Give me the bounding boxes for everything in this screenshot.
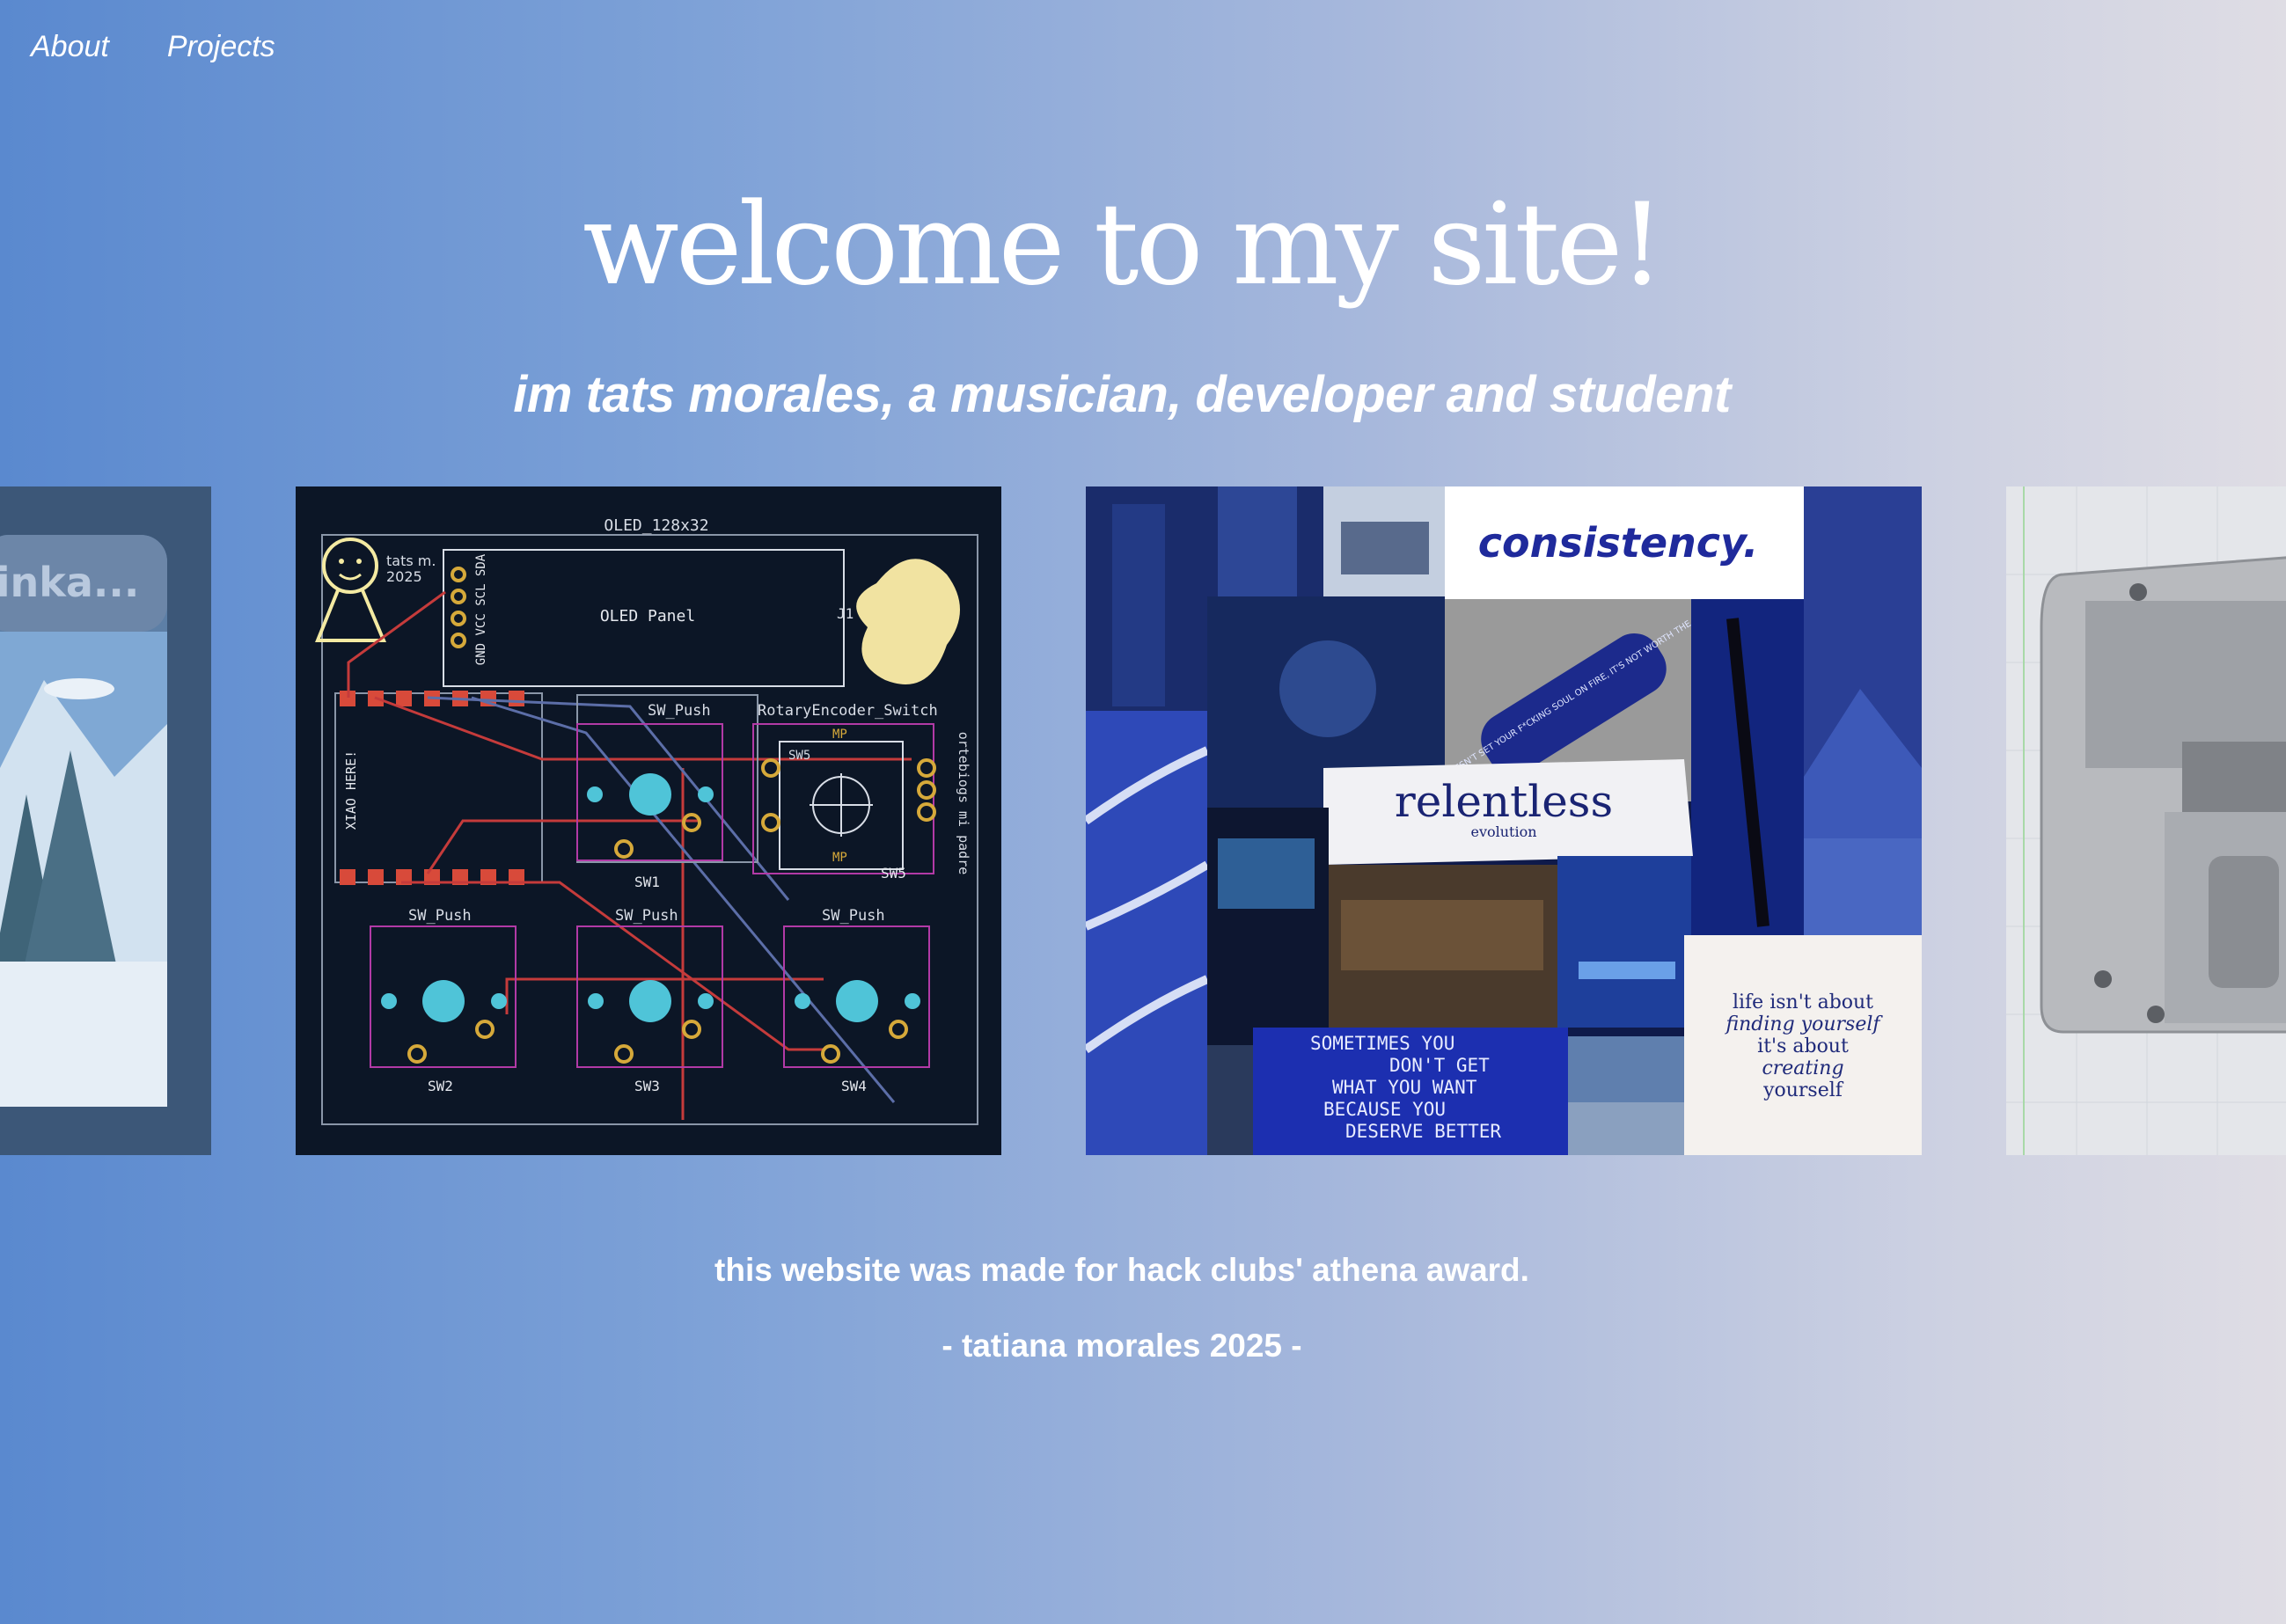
moodboard-image: consistency. IF IT DOESN'T SET YOUR F*CK… (1086, 486, 1922, 1155)
svg-text:ortebiogs mi padre: ortebiogs mi padre (956, 732, 971, 875)
svg-text:MP: MP (832, 851, 847, 865)
svg-text:tats m.: tats m. (386, 552, 436, 569)
pixel-art-caption: linka... (0, 559, 139, 606)
svg-text:SW_Push: SW_Push (822, 907, 885, 925)
svg-text:J1: J1 (837, 605, 854, 622)
hero-title: welcome to my site! (582, 179, 1665, 311)
svg-text:life isn't about: life isn't about (1733, 991, 1873, 1013)
svg-text:creating: creating (1762, 1057, 1843, 1079)
svg-text:SW_Push: SW_Push (615, 907, 678, 925)
svg-text:WHAT YOU WANT: WHAT YOU WANT (1332, 1077, 1477, 1098)
svg-text:SW_Push: SW_Push (648, 702, 711, 720)
svg-text:evolution: evolution (1470, 823, 1536, 840)
svg-text:it's about: it's about (1757, 1035, 1849, 1057)
svg-text:BECAUSE YOU: BECAUSE YOU (1323, 1099, 1446, 1120)
svg-text:DESERVE BETTER: DESERVE BETTER (1345, 1121, 1501, 1142)
top-nav: About Projects (31, 30, 275, 64)
svg-text:MP: MP (832, 728, 847, 742)
svg-text:DON'T GET: DON'T GET (1389, 1055, 1490, 1076)
svg-text:XIAO HERE!: XIAO HERE! (343, 750, 359, 830)
svg-text:SW4: SW4 (841, 1078, 867, 1094)
nav-link-projects[interactable]: Projects (167, 30, 275, 64)
pcb-layout-image: OLED_128x32 OLED Panel J1 tats m. 2025 G… (296, 486, 1001, 1155)
svg-text:2025: 2025 (386, 568, 422, 585)
carousel-slide-pcb[interactable]: OLED_128x32 OLED Panel J1 tats m. 2025 G… (296, 486, 1001, 1155)
hero-subtitle: im tats morales, a musician, developer a… (513, 366, 1731, 423)
svg-text:SW_Push: SW_Push (408, 907, 472, 925)
svg-text:SW2: SW2 (428, 1078, 453, 1094)
svg-text:OLED_128x32: OLED_128x32 (604, 516, 708, 535)
svg-text:SW5: SW5 (788, 749, 810, 763)
svg-text:RotaryEncoder_Switch: RotaryEncoder_Switch (758, 702, 938, 720)
svg-text:SW1: SW1 (634, 874, 660, 890)
carousel-slide-pixel-art[interactable]: linka... (0, 486, 211, 1155)
footer-signature: - tatiana morales 2025 - (942, 1328, 1302, 1364)
svg-text:consistency.: consistency. (1478, 519, 1759, 567)
svg-text:relentless: relentless (1395, 776, 1613, 827)
carousel-slide-3d-case[interactable] (2006, 486, 2286, 1155)
svg-text:SW3: SW3 (634, 1078, 660, 1094)
3d-case-image (2006, 486, 2286, 1155)
footer-note: this website was made for hack clubs' at… (714, 1252, 1529, 1288)
image-carousel[interactable]: linka... OLED_128x32 OLED Panel J1 tats … (0, 486, 2286, 1155)
nav-link-about[interactable]: About (31, 30, 109, 64)
svg-text:finding yourself: finding yourself (1724, 1013, 1883, 1035)
svg-text:GND VCC SCL SDA: GND VCC SCL SDA (474, 553, 488, 665)
carousel-slide-moodboard[interactable]: consistency. IF IT DOESN'T SET YOUR F*CK… (1086, 486, 1922, 1155)
svg-text:yourself: yourself (1762, 1079, 1844, 1101)
svg-text:SOMETIMES YOU: SOMETIMES YOU (1310, 1033, 1454, 1054)
svg-text:SW5: SW5 (881, 865, 906, 881)
svg-text:OLED Panel: OLED Panel (600, 607, 695, 625)
pixel-art-image: linka... (0, 486, 211, 1155)
